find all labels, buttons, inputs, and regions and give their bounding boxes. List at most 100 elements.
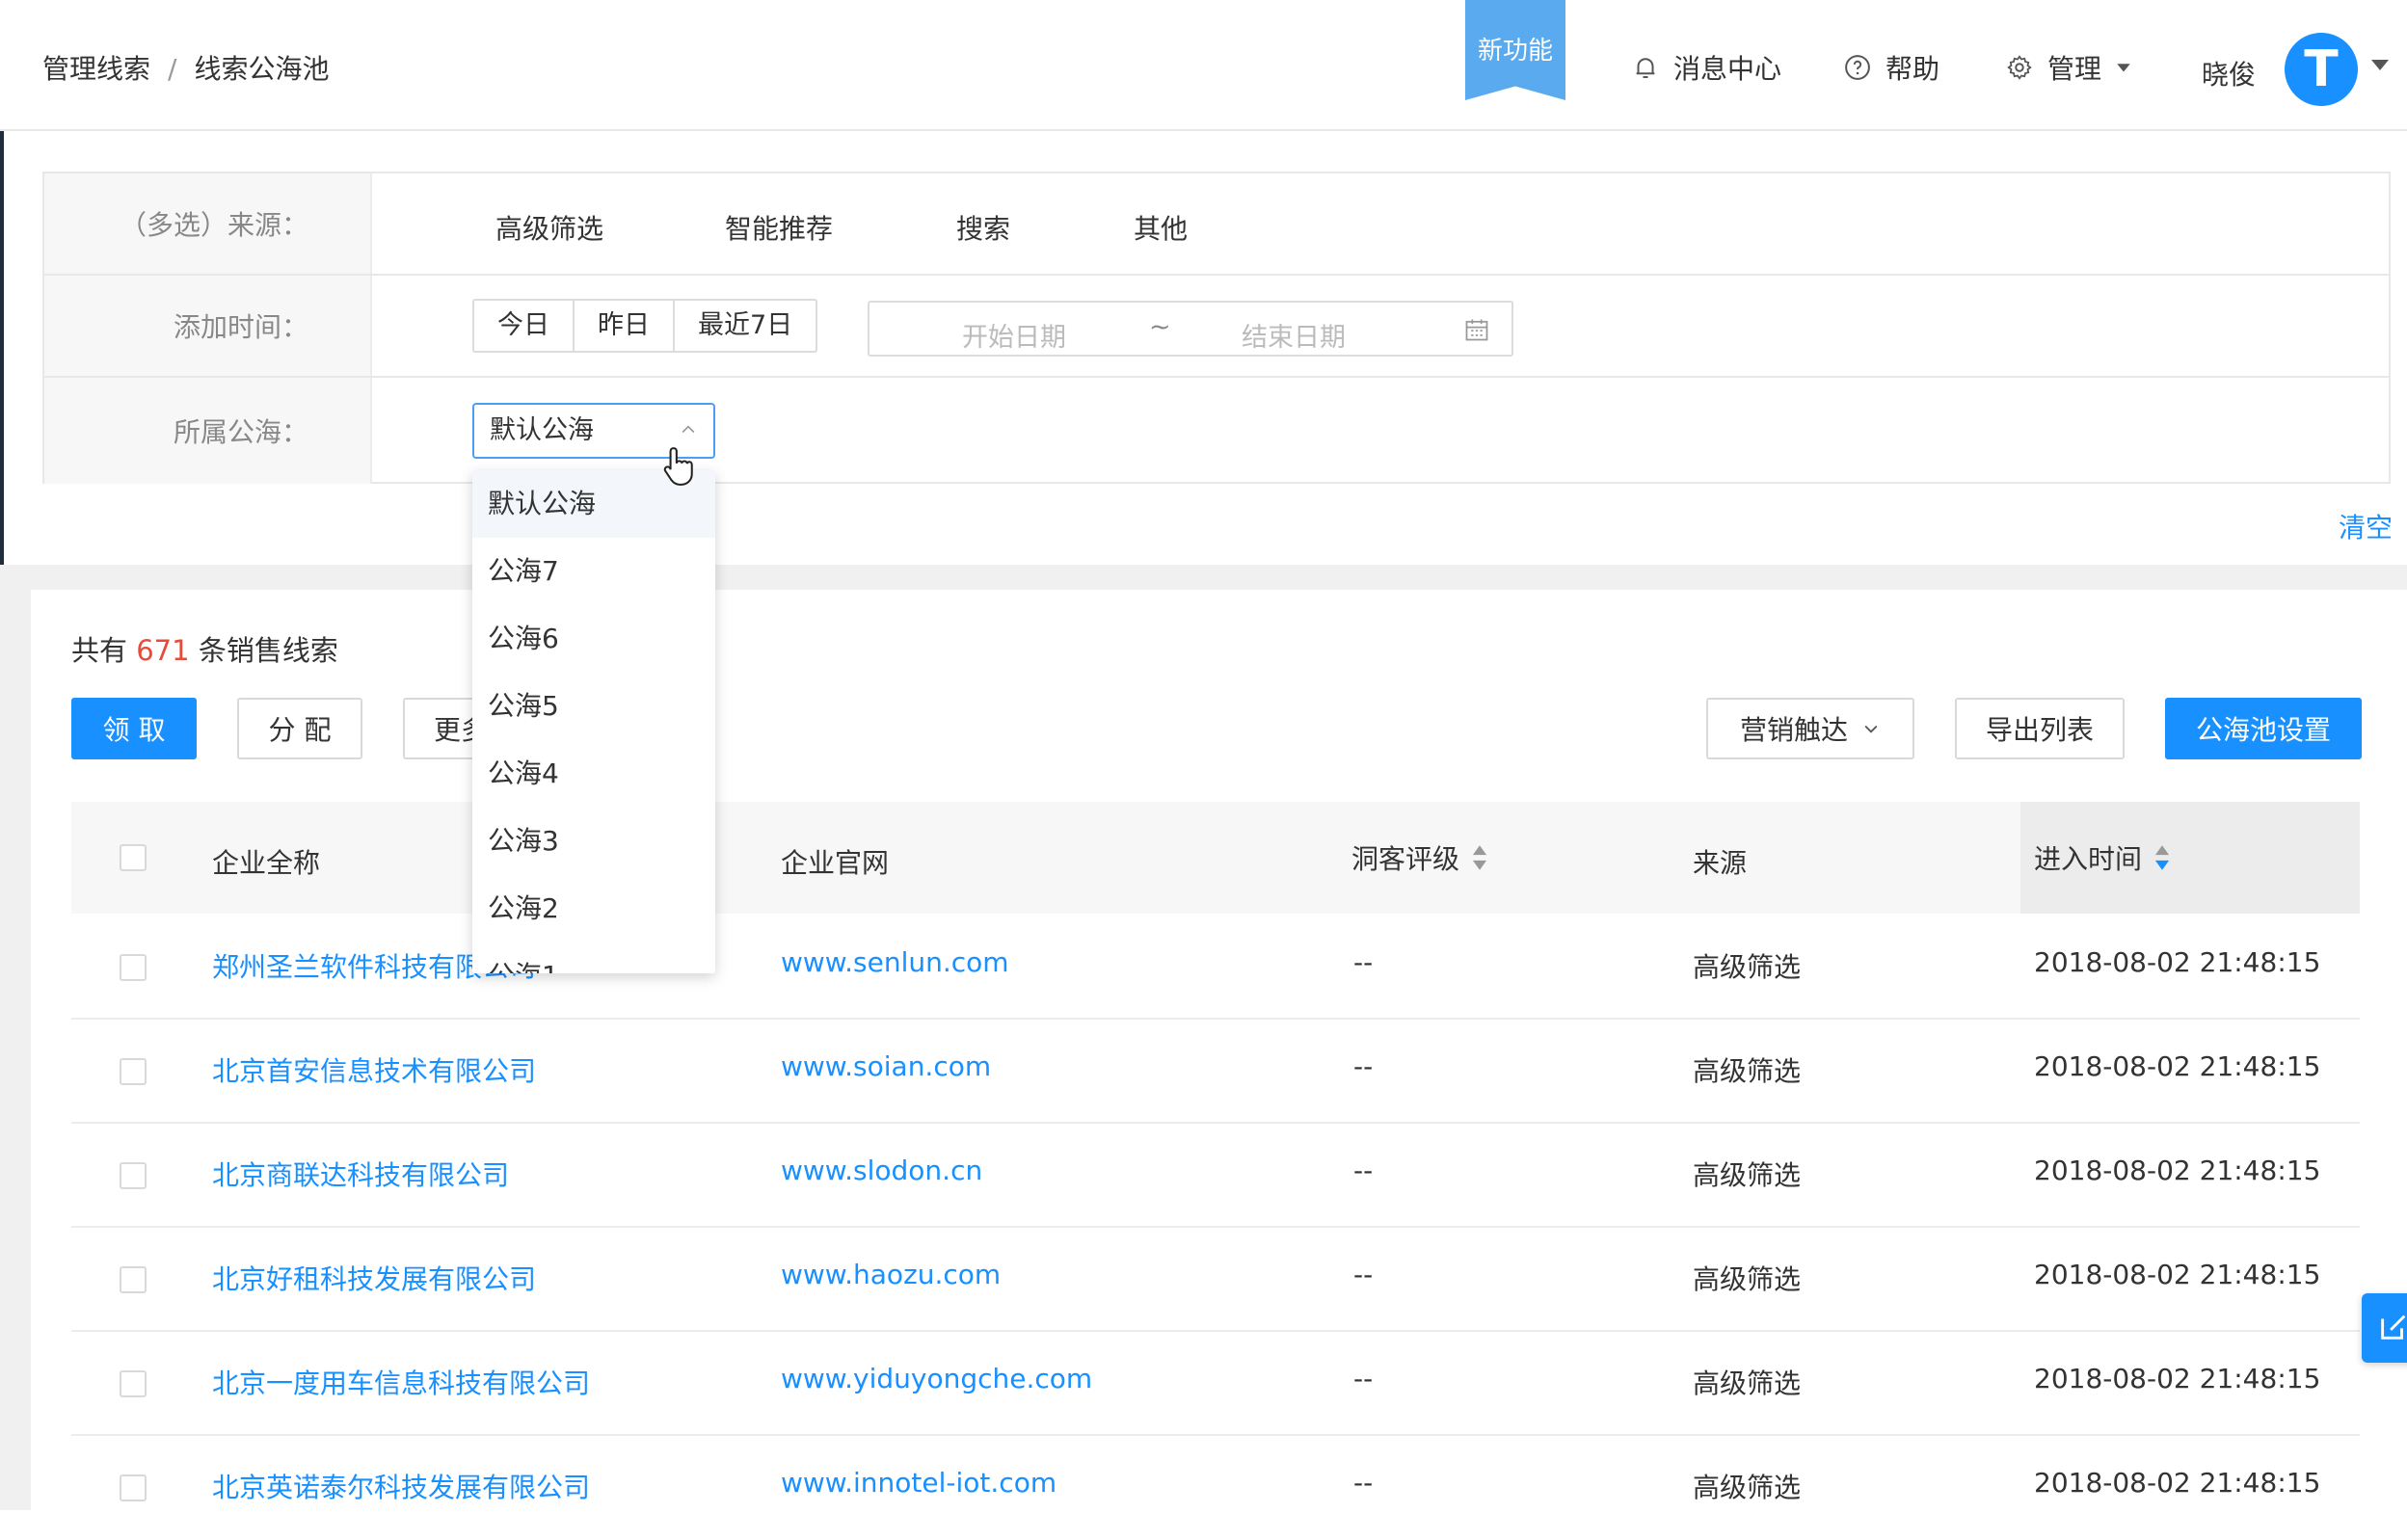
- column-header-company-label: 企业全称: [212, 847, 321, 879]
- column-header-rating[interactable]: 洞客评级: [1351, 838, 1488, 877]
- pool-option-6[interactable]: 公海6: [472, 605, 715, 673]
- column-header-website: 企业官网: [781, 842, 889, 881]
- start-date-placeholder: 开始日期: [962, 323, 1066, 353]
- source-cell: 高级筛选: [1693, 951, 1802, 983]
- company-name-link[interactable]: 北京英诺泰尔科技发展有限公司: [212, 1467, 590, 1505]
- hand-cursor-icon: [663, 447, 693, 486]
- breadcrumb-separator: /: [168, 53, 177, 85]
- rating-cell: --: [1353, 1467, 1374, 1499]
- select-all-checkbox[interactable]: [120, 844, 147, 871]
- company-website-link[interactable]: www.haozu.com: [781, 1259, 1001, 1290]
- company-name-link[interactable]: 北京一度用车信息科技有限公司: [212, 1363, 590, 1401]
- breadcrumb-current: 线索公海池: [194, 53, 330, 85]
- filter-row-source: （多选）来源： 高级筛选 智能推荐 搜索 其他: [44, 173, 2389, 276]
- column-header-entry-time[interactable]: 进入时间: [2034, 838, 2171, 877]
- avatar-caret-icon[interactable]: [2371, 60, 2389, 70]
- rating-cell: --: [1353, 1050, 1374, 1082]
- source-filter-label: （多选）来源：: [44, 173, 372, 274]
- pool-option-1[interactable]: 公海1: [472, 943, 715, 973]
- company-website-link[interactable]: www.yiduyongche.com: [781, 1363, 1092, 1394]
- source-option-recommend[interactable]: 智能推荐: [725, 208, 833, 247]
- row-checkbox[interactable]: [120, 1474, 147, 1501]
- sort-icon[interactable]: [2153, 841, 2171, 874]
- rating-cell: --: [1353, 1259, 1374, 1290]
- company-website-link[interactable]: www.soian.com: [781, 1050, 991, 1082]
- summary-prefix: 共有: [71, 634, 128, 667]
- table-row: 北京商联达科技有限公司 www.slodon.cn -- 高级筛选 2018-0…: [71, 1124, 2360, 1228]
- row-checkbox[interactable]: [120, 954, 147, 981]
- calendar-icon: [1465, 319, 1488, 341]
- pool-option-5[interactable]: 公海5: [472, 673, 715, 740]
- entry-time-cell: 2018-08-02 21:48:15: [2034, 1155, 2321, 1186]
- message-center-label: 消息中心: [1673, 53, 1782, 85]
- column-header-source: 来源: [1693, 842, 1747, 881]
- column-header-source-label: 来源: [1693, 847, 1748, 879]
- feedback-float-button[interactable]: [2362, 1293, 2407, 1363]
- chevron-up-icon: [682, 425, 695, 434]
- breadcrumb-root[interactable]: 管理线索: [42, 53, 150, 85]
- row-checkbox[interactable]: [120, 1162, 147, 1189]
- pool-option-2[interactable]: 公海2: [472, 875, 715, 943]
- time-option-last7[interactable]: 最近7日: [675, 301, 816, 351]
- column-header-company: 企业全称: [212, 842, 320, 881]
- pool-option-4[interactable]: 公海4: [472, 740, 715, 808]
- username[interactable]: 晓俊: [2202, 54, 2256, 93]
- export-list-button[interactable]: 导出列表: [1955, 698, 2125, 759]
- manage-label: 管理: [2047, 53, 2102, 85]
- source-option-search[interactable]: 搜索: [956, 208, 1010, 247]
- source-cell: 高级筛选: [1693, 1159, 1802, 1191]
- new-feature-badge[interactable]: 新功能: [1465, 0, 1565, 100]
- marketing-reach-button[interactable]: 营销触达: [1706, 698, 1914, 759]
- help-label: 帮助: [1885, 53, 1940, 85]
- company-website-link[interactable]: www.slodon.cn: [781, 1155, 982, 1186]
- column-header-website-label: 企业官网: [781, 847, 890, 879]
- summary-suffix: 条销售线索: [198, 634, 338, 667]
- pool-settings-button[interactable]: 公海池设置: [2165, 698, 2362, 759]
- source-cell: 高级筛选: [1693, 1472, 1802, 1503]
- date-range-separator: ~: [1149, 312, 1171, 342]
- row-checkbox[interactable]: [120, 1058, 147, 1085]
- entry-time-cell: 2018-08-02 21:48:15: [2034, 1363, 2321, 1394]
- rating-cell: --: [1353, 946, 1374, 978]
- pool-option-3[interactable]: 公海3: [472, 808, 715, 875]
- lead-total-summary: 共有 671 条销售线索: [71, 628, 338, 669]
- gear-icon: [2007, 55, 2032, 80]
- date-range-picker[interactable]: 开始日期 ~ 结束日期: [868, 301, 1513, 357]
- claim-button[interactable]: 领 取: [71, 698, 197, 759]
- column-header-entry-time-label: 进入时间: [2034, 843, 2143, 875]
- source-option-other[interactable]: 其他: [1134, 208, 1188, 247]
- message-center-button[interactable]: 消息中心: [1631, 48, 1781, 87]
- pool-filter-label: 所属公海：: [44, 378, 372, 484]
- entry-time-cell: 2018-08-02 21:48:15: [2034, 1050, 2321, 1082]
- table-row: 北京首安信息技术有限公司 www.soian.com -- 高级筛选 2018-…: [71, 1020, 2360, 1124]
- avatar[interactable]: T: [2285, 33, 2358, 106]
- entry-time-cell: 2018-08-02 21:48:15: [2034, 946, 2321, 978]
- help-circle-icon: [1845, 55, 1870, 80]
- assign-button[interactable]: 分 配: [237, 698, 362, 759]
- entry-time-cell: 2018-08-02 21:48:15: [2034, 1259, 2321, 1290]
- company-name-link[interactable]: 北京首安信息技术有限公司: [212, 1050, 536, 1089]
- table-row: 北京好租科技发展有限公司 www.haozu.com -- 高级筛选 2018-…: [71, 1228, 2360, 1332]
- entry-time-cell: 2018-08-02 21:48:15: [2034, 1467, 2321, 1499]
- rating-cell: --: [1353, 1155, 1374, 1186]
- clear-filters-link[interactable]: 清空: [2339, 507, 2393, 545]
- marketing-reach-label: 营销触达: [1739, 714, 1848, 746]
- help-button[interactable]: 帮助: [1843, 48, 1939, 87]
- row-checkbox[interactable]: [120, 1370, 147, 1397]
- company-name-link[interactable]: 北京好租科技发展有限公司: [212, 1259, 536, 1297]
- table-row: 郑州圣兰软件科技有限公司 www.senlun.com -- 高级筛选 2018…: [71, 916, 2360, 1020]
- sort-icon[interactable]: [1471, 841, 1488, 874]
- chevron-down-icon: [1864, 725, 1878, 733]
- rating-cell: --: [1353, 1363, 1374, 1394]
- time-option-today[interactable]: 今日: [474, 301, 575, 351]
- company-name-link[interactable]: 北京商联达科技有限公司: [212, 1155, 509, 1193]
- company-website-link[interactable]: www.senlun.com: [781, 946, 1009, 978]
- source-cell: 高级筛选: [1693, 1367, 1802, 1399]
- company-website-link[interactable]: www.innotel-iot.com: [781, 1467, 1056, 1499]
- row-checkbox[interactable]: [120, 1266, 147, 1293]
- manage-menu[interactable]: 管理: [2005, 48, 2132, 87]
- edit-icon: [2381, 1314, 2406, 1340]
- time-option-yesterday[interactable]: 昨日: [575, 301, 675, 351]
- source-option-advanced[interactable]: 高级筛选: [495, 208, 603, 247]
- pool-option-7[interactable]: 公海7: [472, 538, 715, 605]
